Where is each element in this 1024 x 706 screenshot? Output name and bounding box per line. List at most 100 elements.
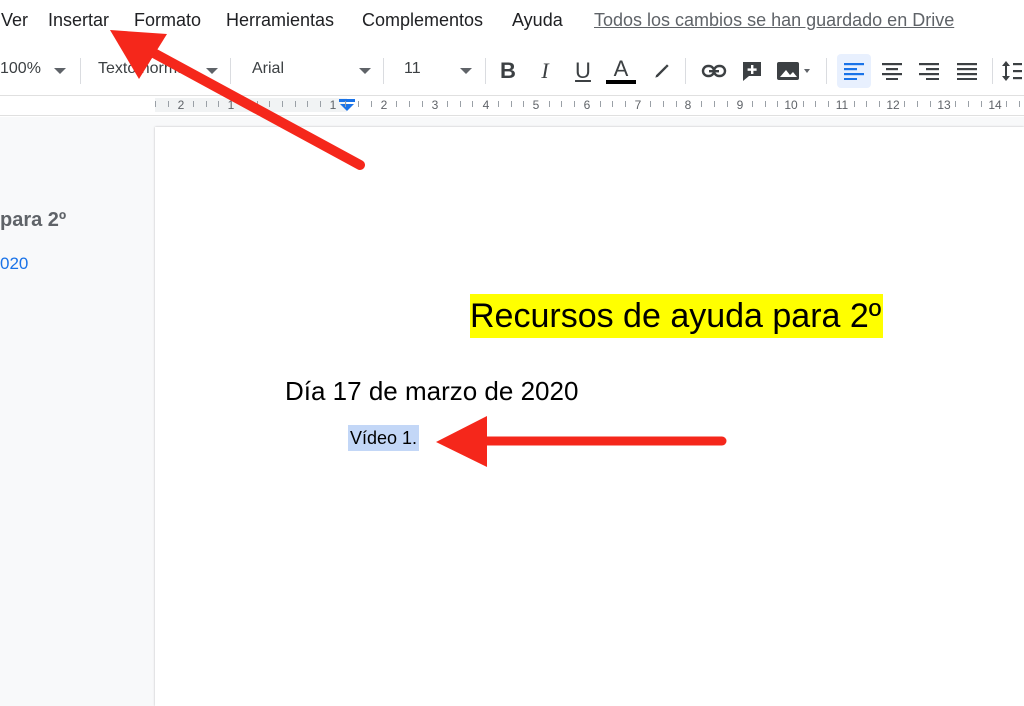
ruler-label: 1 (329, 98, 337, 112)
insert-image-button[interactable] (772, 54, 820, 88)
ruler-tick (854, 101, 855, 107)
ruler-tick (244, 101, 245, 107)
zoom-select[interactable]: 100% (0, 60, 41, 78)
ruler-tick (930, 101, 931, 107)
ruler-tick (549, 101, 550, 107)
ruler-tick (460, 101, 461, 107)
ruler-tick (815, 101, 816, 107)
ruler-tick (765, 101, 766, 107)
highlight-button[interactable] (645, 54, 679, 88)
style-caret-icon[interactable] (206, 68, 218, 74)
align-center-button[interactable] (875, 54, 909, 88)
add-comment-button[interactable] (735, 54, 769, 88)
font-select[interactable]: Arial (252, 60, 284, 78)
ruler-tick (701, 101, 702, 107)
document-title[interactable]: Recursos de ayuda para 2º (470, 294, 884, 338)
size-caret-icon[interactable] (460, 68, 472, 74)
ruler-tick (600, 101, 601, 107)
menu-herramientas[interactable]: Herramientas (226, 10, 334, 31)
ruler-tick (358, 101, 359, 107)
ruler-tick (574, 101, 575, 107)
justify-button[interactable] (950, 54, 984, 88)
menu-ayuda[interactable]: Ayuda (512, 10, 563, 31)
date-heading[interactable]: Día 17 de marzo de 2020 (285, 376, 578, 407)
outline-link[interactable]: 020 (0, 254, 28, 274)
ruler-tick (371, 101, 372, 107)
ruler-tick (498, 101, 499, 107)
ruler-tick (269, 101, 270, 107)
toolbar-separator (992, 58, 993, 84)
add-comment-icon (743, 62, 761, 81)
document-outline-panel: para 2º 020 (0, 117, 155, 706)
indent-marker-icon[interactable] (339, 99, 355, 111)
text-color-button[interactable]: A (604, 54, 638, 88)
ruler-tick (1019, 101, 1020, 107)
toolbar-separator (383, 58, 384, 84)
ruler-label: 6 (583, 98, 591, 112)
insert-link-button[interactable] (697, 54, 731, 88)
ruler-tick (955, 101, 956, 107)
toolbar-separator (685, 58, 686, 84)
ruler-label: 8 (684, 98, 692, 112)
ruler-tick (295, 101, 296, 107)
bold-button[interactable]: B (491, 54, 525, 88)
zoom-caret-icon[interactable] (54, 68, 66, 74)
ruler-tick (168, 101, 169, 107)
ruler-tick (981, 101, 982, 107)
ruler-tick (307, 101, 308, 107)
toolbar-separator (485, 58, 486, 84)
text-color-swatch (606, 80, 636, 84)
ruler-label: 2 (177, 98, 185, 112)
ruler-tick (257, 101, 258, 107)
ruler-label: 3 (431, 98, 439, 112)
horizontal-ruler[interactable]: 2 1 1 2 3 4 5 6 7 8 9 10 11 12 13 14 (0, 96, 1024, 116)
ruler-tick (663, 101, 664, 107)
outline-heading[interactable]: para 2º (0, 209, 66, 232)
align-right-button[interactable] (912, 54, 946, 88)
italic-button[interactable]: I (528, 54, 562, 88)
toolbar-separator (230, 58, 231, 84)
save-status-link[interactable]: Todos los cambios se han guardado en Dri… (594, 10, 954, 31)
ruler-tick (320, 101, 321, 107)
ruler-tick (803, 101, 804, 107)
align-left-button[interactable] (837, 54, 871, 88)
ruler-label: 2 (380, 98, 388, 112)
bold-icon: B (500, 58, 516, 83)
ruler-tick (676, 101, 677, 107)
toolbar-separator (80, 58, 81, 84)
font-size-select[interactable]: 11 (404, 60, 421, 78)
font-caret-icon[interactable] (359, 68, 371, 74)
ruler-tick (345, 101, 346, 107)
ruler-label: 13 (937, 98, 951, 112)
selected-text[interactable]: Vídeo 1. (348, 425, 420, 451)
ruler-tick (282, 101, 283, 107)
document-page[interactable] (155, 127, 1024, 706)
style-select[interactable]: Texto normal (98, 60, 186, 78)
ruler-label: 12 (886, 98, 900, 112)
ruler-tick (396, 101, 397, 107)
line-spacing-button[interactable] (999, 54, 1024, 88)
highlighter-icon (655, 64, 669, 78)
ruler-label: 11 (835, 98, 849, 112)
ruler-tick (409, 101, 410, 107)
justify-icon (957, 63, 977, 80)
menu-bar: Ver Insertar Formato Herramientas Comple… (0, 0, 1024, 44)
image-icon (777, 62, 810, 80)
ruler-tick (511, 101, 512, 107)
ruler-tick (752, 101, 753, 107)
ruler-label: 1 (227, 98, 235, 112)
menu-formato[interactable]: Formato (134, 10, 201, 31)
ruler-tick (561, 101, 562, 107)
ruler-label: 9 (736, 98, 744, 112)
ruler-label: 7 (634, 98, 642, 112)
ruler-tick (523, 101, 524, 107)
align-center-icon (882, 63, 902, 80)
underline-button[interactable]: U (566, 54, 600, 88)
menu-insertar[interactable]: Insertar (48, 10, 109, 31)
menu-complementos[interactable]: Complementos (362, 10, 483, 31)
menu-ver[interactable]: Ver (1, 10, 28, 31)
toolbar: 100% Texto normal Arial 11 B I U A (0, 44, 1024, 96)
ruler-label: 14 (988, 98, 1002, 112)
ruler-tick (904, 101, 905, 107)
ruler-tick (968, 101, 969, 107)
